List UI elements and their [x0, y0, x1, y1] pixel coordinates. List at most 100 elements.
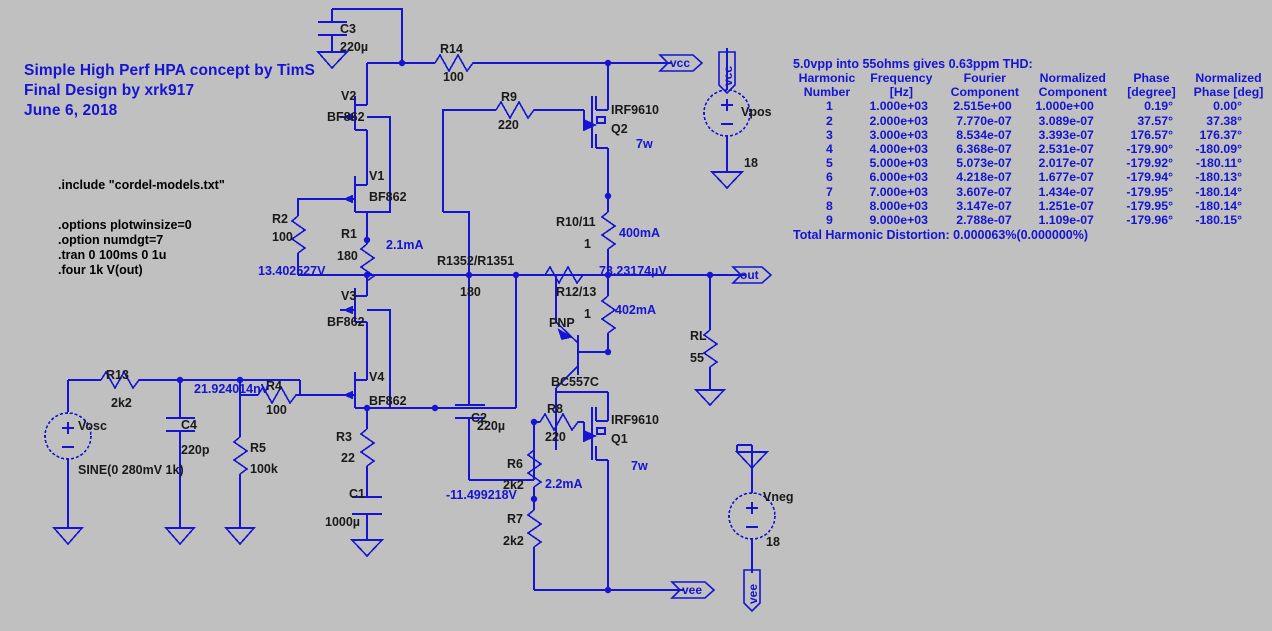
title-line-3: June 6, 2018 [24, 102, 118, 119]
component-ref-q2[interactable]: Q2 [611, 122, 628, 136]
component-value-r1011[interactable]: 1 [584, 237, 591, 251]
spice-options-directive[interactable]: .options plotwinsize=0 [58, 218, 192, 232]
component-ref-r9[interactable]: R9 [501, 90, 517, 104]
fourier-cell-normalized: 1.251e-07 [1038, 198, 1094, 213]
component-value-vpos[interactable]: 18 [744, 156, 758, 170]
spice-four-directive[interactable]: .four 1k V(out) [58, 263, 143, 277]
component-ref-r7[interactable]: R7 [507, 512, 523, 526]
component-ref-pnp[interactable]: PNP [549, 316, 575, 330]
component-value-vneg[interactable]: 18 [766, 535, 780, 549]
component-value-r8[interactable]: 220 [545, 430, 566, 444]
component-value-vosc[interactable]: SINE(0 280mV 1k) [78, 463, 184, 477]
component-value-r1213[interactable]: 1 [584, 307, 591, 321]
component-model-v1[interactable]: BF862 [369, 190, 407, 204]
spice-include-directive[interactable]: .include "cordel-models.txt" [58, 178, 225, 192]
component-value-r2[interactable]: 100 [272, 230, 293, 244]
component-model-q2[interactable]: IRF9610 [611, 103, 659, 117]
fourier-cell-normphase: -180.14° [1195, 198, 1242, 213]
component-ref-r1352[interactable]: R1352/R1351 [437, 254, 514, 268]
component-ref-r6[interactable]: R6 [507, 457, 523, 471]
fourier-cell-normalized: 2.017e-07 [1038, 156, 1094, 171]
component-value-c1[interactable]: 1000µ [325, 515, 360, 529]
net-flag-out[interactable]: out [740, 268, 759, 282]
component-model-pnp[interactable]: BC557C [551, 375, 599, 389]
component-ref-rl[interactable]: RL [690, 329, 707, 343]
component-model-v4[interactable]: BF862 [369, 394, 407, 408]
fourier-cell-harmonic: 7 [826, 184, 833, 199]
fourier-cell-normphase: -180.11° [1196, 156, 1242, 171]
annotation-voltage-in: 21.924014nV [194, 382, 270, 396]
component-ref-c3[interactable]: C3 [340, 22, 356, 36]
annotation-current-r1213: 402mA [615, 303, 656, 317]
fourier-cell-fourier: 2.515e+00 [953, 99, 1012, 114]
component-ref-c1[interactable]: C1 [349, 487, 365, 501]
component-value-r9[interactable]: 220 [498, 118, 519, 132]
component-ref-r1213[interactable]: R12/13 [556, 285, 596, 299]
component-ref-q1[interactable]: Q1 [611, 432, 628, 446]
fourier-cell-harmonic: 8 [826, 198, 833, 213]
component-value-r7[interactable]: 2k2 [503, 534, 524, 548]
fourier-cell-normphase: -180.09° [1195, 142, 1242, 157]
fourier-cell-normphase: 0.00° [1213, 99, 1242, 114]
fourier-cell-fourier: 2.788e-07 [956, 213, 1012, 228]
component-model-v3[interactable]: BF862 [327, 315, 365, 329]
fourier-cell-frequency: 6.000e+03 [869, 170, 928, 185]
fourier-header-row-1: Harmonic Frequency Fourier Normalized Ph… [793, 71, 1272, 85]
component-ref-v3[interactable]: V3 [341, 289, 356, 303]
component-ref-r13[interactable]: R13 [106, 368, 129, 382]
component-ref-r2[interactable]: R2 [272, 212, 288, 226]
fourier-cell-fourier: 3.607e-07 [956, 184, 1012, 199]
component-value-r14[interactable]: 100 [443, 70, 464, 84]
fourier-cell-normphase: 176.37° [1199, 127, 1242, 142]
component-ref-vneg[interactable]: Vneg [763, 490, 794, 504]
component-value-c4[interactable]: 220p [181, 443, 210, 457]
net-flag-vcc[interactable]: vcc [670, 56, 690, 70]
fourier-thd-summary: Total Harmonic Distortion: 0.000063%(0.0… [793, 228, 1089, 243]
spice-option-numdgt-directive[interactable]: .option numdgt=7 [58, 233, 163, 247]
fourier-cell-phase: -179.94° [1126, 170, 1174, 185]
component-ref-v1[interactable]: V1 [369, 169, 384, 183]
annotation-voltage-jfet-node: 13.402527V [258, 264, 326, 278]
component-value-c2[interactable]: 220µ [477, 419, 505, 433]
component-ref-r1011[interactable]: R10/11 [556, 215, 596, 229]
fourier-col-phase-l1: Phase [1133, 71, 1170, 85]
net-flag-vee-supply[interactable]: vee [746, 572, 760, 604]
spice-tran-directive[interactable]: .tran 0 100ms 0 1u [58, 248, 166, 262]
component-ref-r14[interactable]: R14 [440, 42, 463, 56]
component-value-r13[interactable]: 2k2 [111, 396, 132, 410]
component-ref-c4[interactable]: C4 [181, 418, 197, 432]
fourier-col-normphase-l1: Normalized [1195, 71, 1262, 85]
component-ref-vpos[interactable]: Vpos [741, 105, 772, 119]
component-value-r5[interactable]: 100k [250, 462, 278, 476]
net-flag-vcc-supply[interactable]: vcc [721, 54, 735, 86]
fourier-cell-phase: -179.90° [1126, 142, 1174, 157]
fourier-cell-normphase: -180.13° [1195, 170, 1242, 185]
component-value-r1352[interactable]: 180 [460, 285, 481, 299]
component-ref-r1[interactable]: R1 [341, 227, 357, 241]
component-ref-v2[interactable]: V2 [341, 89, 356, 103]
table-row: 1 1.000e+03 2.515e+00 1.000e+00 0.19° 0.00° [793, 99, 1272, 113]
component-value-r1[interactable]: 180 [337, 249, 358, 263]
component-ref-r5[interactable]: R5 [250, 441, 266, 455]
component-ref-vosc[interactable]: Vosc [78, 419, 107, 433]
component-model-q1[interactable]: IRF9610 [611, 413, 659, 427]
fourier-cell-normalized: 2.531e-07 [1038, 142, 1094, 157]
fourier-cell-phase: -179.95° [1126, 184, 1174, 199]
component-ref-r8[interactable]: R8 [547, 402, 563, 416]
fourier-cell-harmonic: 9 [826, 213, 833, 228]
net-flag-vee[interactable]: vee [682, 583, 702, 597]
component-model-v2[interactable]: BF862 [327, 110, 365, 124]
component-ref-r3[interactable]: R3 [336, 430, 352, 444]
component-value-rl[interactable]: 55 [690, 351, 704, 365]
fourier-cell-normalized: 3.393e-07 [1038, 127, 1094, 142]
component-ref-v4[interactable]: V4 [369, 370, 384, 384]
fourier-cell-normphase: -180.15° [1195, 213, 1242, 228]
fourier-cell-harmonic: 4 [826, 142, 833, 157]
component-value-r4[interactable]: 100 [266, 403, 287, 417]
fourier-cell-frequency: 9.000e+03 [869, 213, 928, 228]
component-value-r3[interactable]: 22 [341, 451, 355, 465]
table-row: 5 5.000e+03 5.073e-07 2.017e-07 -179.92° -180… [793, 156, 1272, 170]
component-value-c3[interactable]: 220µ [340, 40, 368, 54]
fourier-cell-fourier: 3.147e-07 [956, 198, 1012, 213]
table-row: 3 3.000e+03 8.534e-07 3.393e-07 176.57° 176.3… [793, 128, 1272, 142]
